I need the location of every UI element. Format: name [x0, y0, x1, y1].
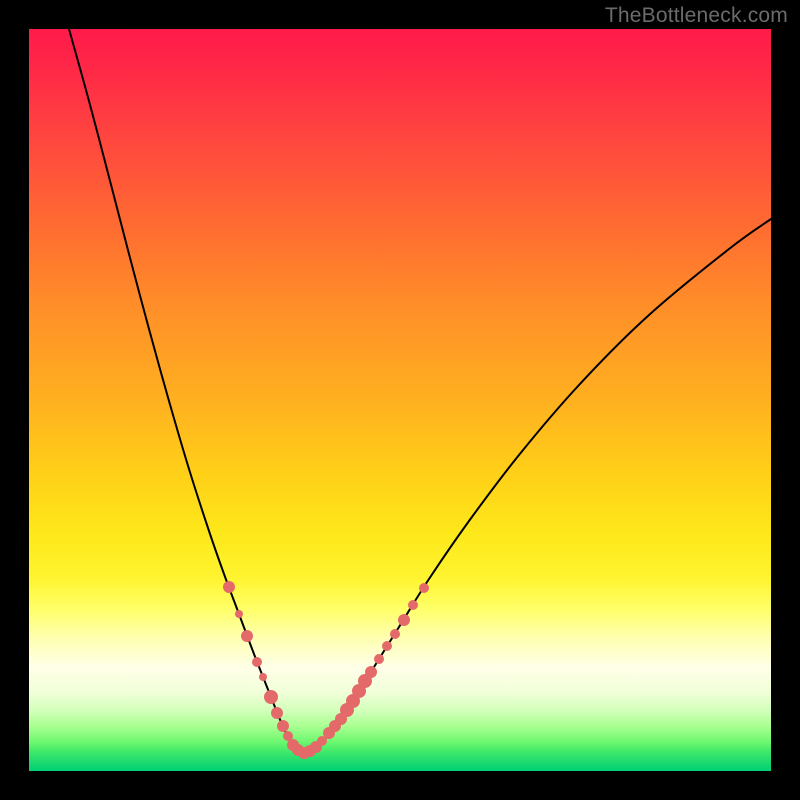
curve-marker [271, 707, 283, 719]
curve-marker [398, 614, 410, 626]
curve-marker [390, 629, 400, 639]
curve-marker [277, 720, 289, 732]
bottleneck-curve [69, 29, 771, 753]
curve-marker [235, 610, 243, 618]
curve-marker [374, 654, 384, 664]
curve-marker [241, 630, 253, 642]
curve-marker [264, 690, 278, 704]
curve-marker [419, 583, 429, 593]
curve-marker [259, 673, 267, 681]
curve-markers [223, 581, 429, 759]
chart-svg [29, 29, 771, 771]
watermark-text: TheBottleneck.com [605, 4, 788, 28]
curve-marker [365, 666, 377, 678]
curve-marker [252, 657, 262, 667]
frame: TheBottleneck.com [0, 0, 800, 800]
plot-area [29, 29, 771, 771]
curve-marker [382, 641, 392, 651]
curve-marker [223, 581, 235, 593]
curve-marker [408, 600, 418, 610]
